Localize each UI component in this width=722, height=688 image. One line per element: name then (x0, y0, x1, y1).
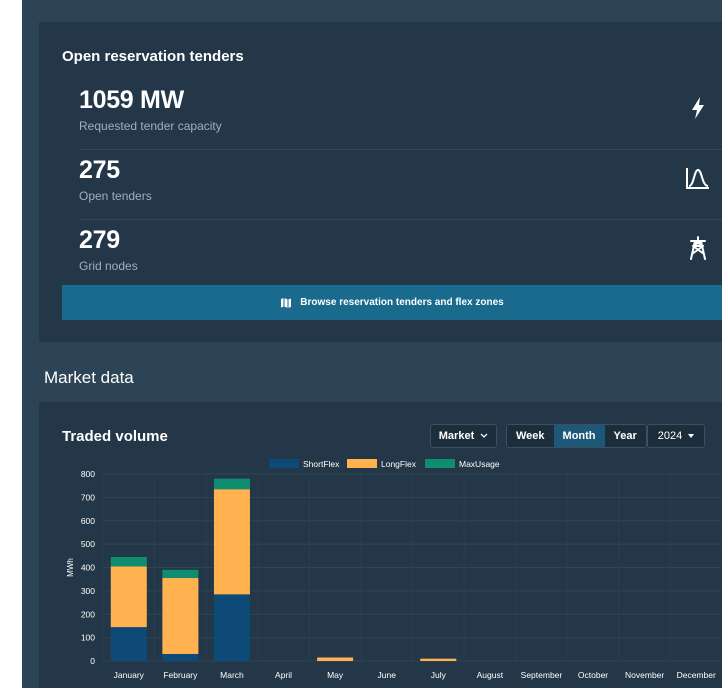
stat-label: Requested tender capacity (79, 119, 222, 133)
bar-maxusage-january (110, 556, 147, 567)
legend-swatch-maxusage (425, 459, 455, 468)
traded-volume-chart: 0 100 200 300 400 500 600 700 800 MWh January Febru… (66, 459, 722, 680)
browse-button-label: Browse reservation tenders and flex zone… (300, 297, 504, 308)
main-content: Open reservation tenders 1059 MW Request… (22, 0, 722, 688)
bar-longflex-january (110, 566, 147, 628)
y-tick-label: 100 (81, 633, 95, 643)
x-tick-label: October (578, 670, 608, 680)
traded-volume-card: Traded volume Market Week Month Year 202… (39, 402, 722, 688)
bar-shortflex-january (110, 627, 147, 661)
bar-longflex-may (317, 657, 354, 661)
y-tick-label: 700 (81, 492, 95, 502)
y-tick-label: 500 (81, 539, 95, 549)
x-tick-label: April (275, 670, 292, 680)
bar-shortflex-february (162, 653, 199, 661)
lightning-icon (692, 97, 704, 119)
legend-swatch-shortflex (269, 459, 299, 468)
y-tick-label: 300 (81, 586, 95, 596)
x-tick-label: December (677, 670, 716, 680)
x-tick-label: May (327, 670, 344, 680)
x-tick-label: July (431, 670, 447, 680)
x-tick-label: September (521, 670, 563, 680)
bar-shortflex-march (213, 594, 250, 661)
x-tick-label: March (220, 670, 244, 680)
stat-label: Grid nodes (79, 259, 138, 273)
distribution-curve-icon (686, 168, 709, 189)
y-tick-label: 0 (90, 656, 95, 666)
power-pylon-icon (690, 236, 706, 260)
bar-longflex-february (162, 578, 199, 654)
y-tick-label: 400 (81, 563, 95, 573)
y-tick-label: 800 (81, 469, 95, 479)
stat-grid-nodes: 279 Grid nodes (79, 220, 722, 290)
bar-longflex-march (213, 489, 250, 595)
y-tick-label: 200 (81, 609, 95, 619)
bar-maxusage-february (162, 569, 199, 579)
bar-maxusage-march (213, 478, 250, 490)
y-axis-label: MWh (66, 558, 75, 577)
stat-value: 1059 MW (79, 86, 184, 114)
stat-requested-capacity: 1059 MW Requested tender capacity (79, 80, 722, 150)
x-tick-label: November (625, 670, 664, 680)
stat-label: Open tenders (79, 189, 152, 203)
page-left-edge (0, 0, 22, 688)
stat-value: 279 (79, 226, 120, 254)
open-tenders-card: Open reservation tenders 1059 MW Request… (39, 22, 722, 342)
bar-longflex-july (420, 658, 457, 661)
open-tenders-title: Open reservation tenders (62, 48, 244, 65)
x-tick-label: January (114, 670, 145, 680)
legend-label-shortflex: ShortFlex (303, 459, 340, 469)
stat-value: 275 (79, 156, 120, 184)
legend-label-longflex: LongFlex (381, 459, 417, 469)
x-tick-label: August (477, 670, 504, 680)
map-icon (281, 297, 292, 308)
legend-label-maxusage: MaxUsage (459, 459, 500, 469)
stat-open-tenders: 275 Open tenders (79, 150, 722, 220)
browse-tenders-button[interactable]: Browse reservation tenders and flex zone… (62, 285, 722, 320)
x-tick-label: February (163, 670, 198, 680)
x-tick-label: June (377, 670, 396, 680)
y-tick-label: 600 (81, 516, 95, 526)
legend-swatch-longflex (347, 459, 377, 468)
market-data-heading: Market data (44, 368, 134, 387)
